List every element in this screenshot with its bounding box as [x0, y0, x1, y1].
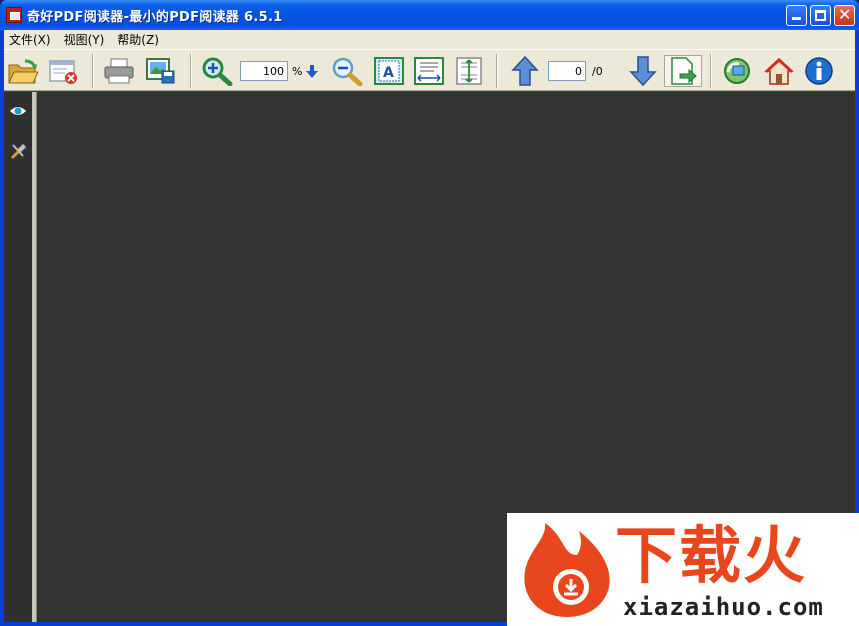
- page-total-label: /0: [592, 65, 603, 78]
- fit-page-icon: A: [374, 57, 404, 85]
- toolbar-separator: [92, 54, 94, 88]
- fit-page-button[interactable]: A: [372, 55, 406, 87]
- about-button[interactable]: [802, 55, 836, 87]
- zoom-percent-label: %: [292, 65, 303, 78]
- tools-icon: [10, 143, 27, 160]
- toolbar-separator: [710, 54, 712, 88]
- zoom-dropdown-button[interactable]: [302, 55, 322, 87]
- menu-bar: 文件(X) 视图(Y) 帮助(Z): [4, 30, 855, 49]
- update-button[interactable]: [720, 55, 754, 87]
- go-to-page-icon: [671, 57, 697, 85]
- home-icon: [764, 57, 794, 85]
- minimize-button[interactable]: [786, 5, 807, 26]
- pdf-app-icon[interactable]: [6, 7, 22, 23]
- previous-page-button[interactable]: [508, 55, 542, 87]
- zoom-level-input[interactable]: [240, 61, 288, 81]
- go-to-page-button[interactable]: [664, 55, 702, 87]
- close-file-button[interactable]: [46, 55, 80, 87]
- update-icon: [724, 58, 750, 84]
- zoom-in-button[interactable]: [200, 55, 234, 87]
- next-page-button[interactable]: [626, 55, 660, 87]
- window-title: 奇好PDF阅读器-最小的PDF阅读器 6.5.1: [27, 10, 283, 25]
- menu-help[interactable]: 帮助(Z): [117, 31, 159, 48]
- left-sidebar: [4, 92, 32, 622]
- save-image-icon: [146, 58, 175, 84]
- eye-icon: [10, 107, 26, 115]
- arrow-down-icon: [629, 56, 657, 87]
- fit-height-icon: [456, 57, 482, 85]
- sidebar-item-tools[interactable]: [9, 142, 27, 160]
- page-number-input[interactable]: [548, 61, 586, 81]
- zoom-out-icon: [332, 57, 363, 86]
- home-button[interactable]: [762, 55, 796, 87]
- open-file-button[interactable]: [6, 55, 40, 87]
- close-icon: ✕: [838, 5, 852, 24]
- sidebar-item-thumbnails[interactable]: [9, 102, 27, 120]
- menu-view[interactable]: 视图(Y): [64, 31, 105, 48]
- fit-height-button[interactable]: [452, 55, 486, 87]
- minimize-icon: [792, 17, 801, 20]
- arrow-up-icon: [511, 55, 539, 86]
- zoom-in-icon: [202, 57, 233, 86]
- zoom-out-button[interactable]: [330, 55, 364, 87]
- close-window-button[interactable]: ✕: [834, 5, 855, 26]
- menu-file[interactable]: 文件(X): [9, 31, 51, 48]
- svg-text:A: A: [383, 65, 394, 81]
- watermark-brand: 下载火: [615, 519, 808, 592]
- title-bar[interactable]: 奇好PDF阅读器-最小的PDF阅读器 6.5.1 ✕: [0, 0, 859, 30]
- printer-icon: [104, 58, 134, 84]
- print-button[interactable]: [102, 55, 136, 87]
- watermark-domain: xiazaihuo.com: [623, 593, 824, 621]
- fit-width-icon: [414, 57, 444, 85]
- app-window: 奇好PDF阅读器-最小的PDF阅读器 6.5.1 ✕ 文件(X) 视图(Y) 帮…: [0, 0, 859, 626]
- maximize-icon: [815, 10, 826, 21]
- flame-logo: [524, 523, 610, 617]
- watermark: 下载火 xiazaihuo.com: [507, 513, 859, 626]
- close-file-icon: [49, 60, 77, 84]
- toolbar-separator: [496, 54, 498, 88]
- save-image-button[interactable]: [144, 55, 178, 87]
- maximize-button[interactable]: [810, 5, 831, 26]
- fit-width-button[interactable]: [412, 55, 446, 87]
- info-icon: [805, 57, 833, 85]
- toolbar: % A: [4, 49, 855, 91]
- folder-open-icon: [8, 59, 39, 84]
- toolbar-separator: [190, 54, 192, 88]
- zoom-dropdown-arrow-icon: [306, 65, 318, 78]
